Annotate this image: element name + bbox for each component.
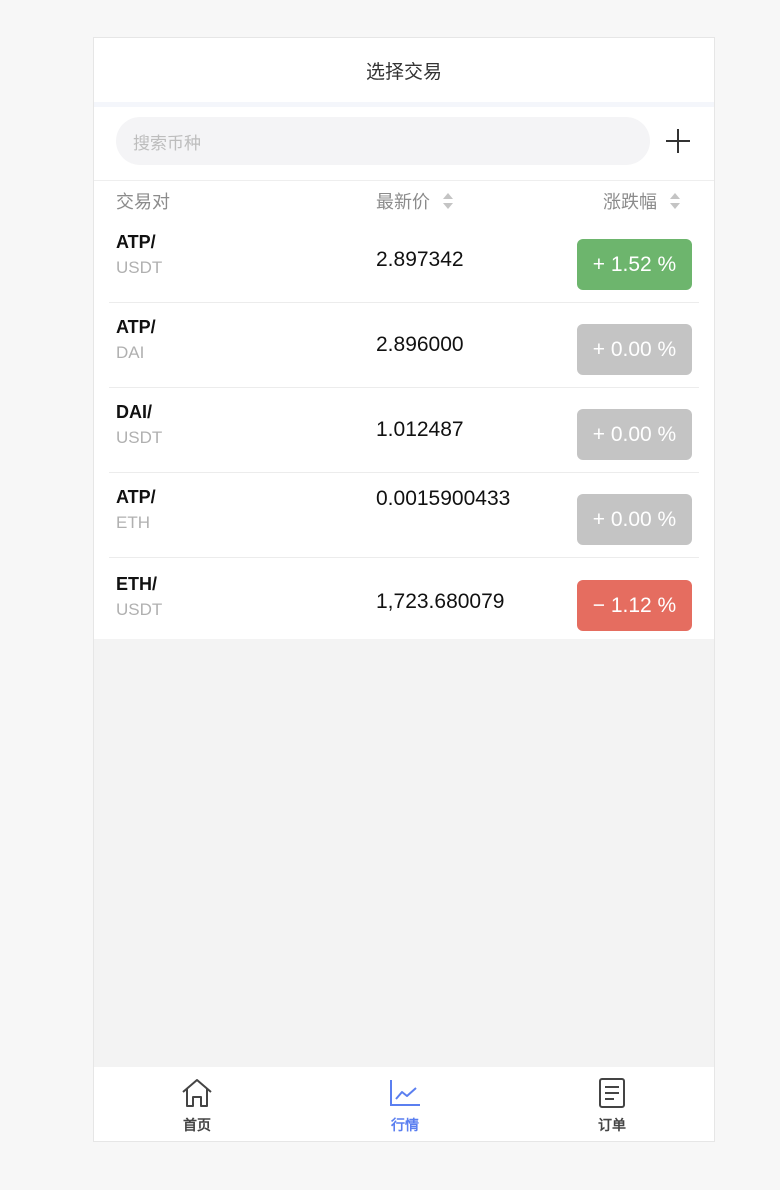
price-header-label: 最新价 [376, 192, 430, 212]
tab-orders-label: 订单 [598, 1117, 626, 1133]
tab-market[interactable]: 行情 [345, 1067, 465, 1141]
pair-name: ATP/ DAI [116, 315, 156, 365]
base-currency: DAI/ [116, 402, 152, 422]
pair-name: DAI/ USDT [116, 400, 162, 450]
search-input[interactable]: 搜索币种 [116, 117, 650, 165]
table-row[interactable]: ATP/ ETH 0.0015900433 + 0.00 % [109, 473, 699, 558]
change-badge[interactable]: + 0.00 % [577, 409, 692, 460]
add-button[interactable] [660, 123, 696, 159]
latest-price: 2.896000 [376, 333, 464, 356]
change-header-label: 涨跌幅 [603, 192, 657, 212]
quote-currency: ETH [116, 513, 150, 532]
bottom-tab-bar: 首页 行情 订单 [94, 1067, 714, 1141]
pair-header-label: 交易对 [116, 192, 170, 212]
change-badge[interactable]: − 1.12 % [577, 580, 692, 631]
tab-home[interactable]: 首页 [137, 1067, 257, 1141]
plus-icon [666, 129, 690, 153]
market-panel: 搜索币种 交易对 最新价 涨跌幅 ATP/ USDT 2.897342 + 1.… [94, 107, 714, 639]
tab-orders[interactable]: 订单 [552, 1067, 672, 1141]
latest-price: 1,723.680079 [376, 590, 505, 613]
table-row[interactable]: DAI/ USDT 1.012487 + 0.00 % [109, 388, 699, 473]
search-placeholder: 搜索币种 [133, 133, 201, 153]
quote-currency: USDT [116, 258, 163, 277]
latest-price: 0.0015900433 [376, 487, 511, 510]
sort-icon [443, 193, 453, 209]
market-chart-icon [390, 1080, 420, 1106]
pair-name: ETH/ USDT [116, 572, 162, 622]
pair-name: ATP/ USDT [116, 230, 162, 280]
sort-icon [670, 193, 680, 209]
page-header: 选择交易 [94, 38, 714, 107]
table-row[interactable]: ATP/ DAI 2.896000 + 0.00 % [109, 303, 699, 388]
pair-list: ATP/ USDT 2.897342 + 1.52 % ATP/ DAI 2.8… [109, 218, 699, 642]
table-row[interactable]: ETH/ USDT 1,723.680079 − 1.12 % [109, 558, 699, 642]
search-row: 搜索币种 [94, 107, 714, 181]
base-currency: ATP/ [116, 317, 156, 337]
base-currency: ETH/ [116, 574, 158, 594]
quote-currency: USDT [116, 428, 163, 447]
table-row[interactable]: ATP/ USDT 2.897342 + 1.52 % [109, 218, 699, 303]
app-screen: 选择交易 搜索币种 交易对 最新价 涨跌幅 ATP/ USDT 2.897342… [93, 37, 715, 1142]
base-currency: ATP/ [116, 487, 156, 507]
page-title: 选择交易 [365, 61, 442, 83]
change-badge[interactable]: + 0.00 % [577, 494, 692, 545]
column-headers: 交易对 最新价 涨跌幅 [116, 180, 692, 220]
pair-name: ATP/ ETH [116, 485, 156, 535]
latest-price: 2.897342 [376, 248, 464, 271]
order-icon [599, 1078, 625, 1108]
base-currency: ATP/ [116, 232, 156, 252]
change-badge[interactable]: + 1.52 % [577, 239, 692, 290]
latest-price: 1.012487 [376, 418, 464, 441]
pair-header: 交易对 [116, 188, 170, 214]
quote-currency: USDT [116, 600, 163, 619]
change-sort-header[interactable]: 涨跌幅 [603, 188, 681, 214]
home-icon [182, 1079, 212, 1107]
price-sort-header[interactable]: 最新价 [376, 188, 454, 214]
change-badge[interactable]: + 0.00 % [577, 324, 692, 375]
quote-currency: DAI [116, 343, 145, 362]
tab-home-label: 首页 [183, 1117, 211, 1133]
tab-market-label: 行情 [391, 1117, 419, 1133]
